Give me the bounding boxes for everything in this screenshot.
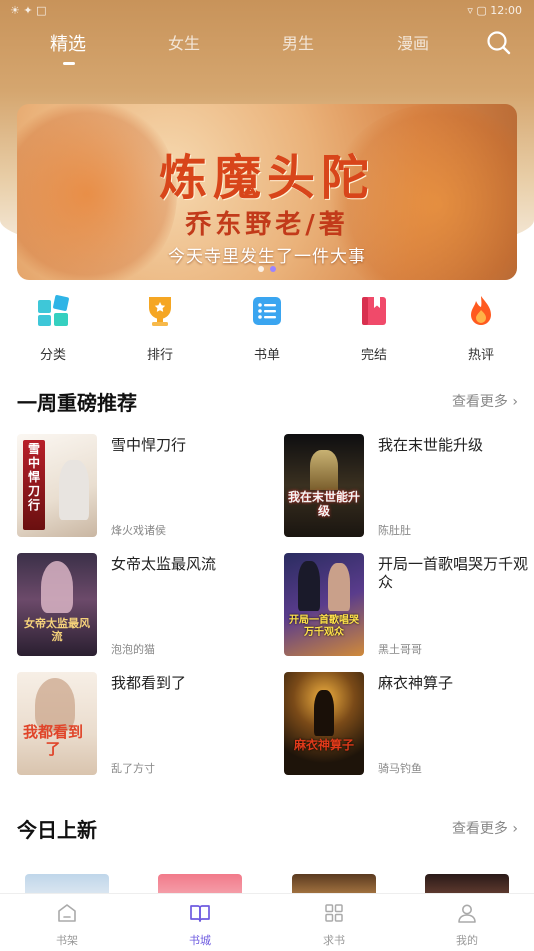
status-left: ☀ ✦ □	[10, 4, 47, 17]
tab-female[interactable]: 女生	[168, 30, 200, 54]
shelf-icon	[58, 904, 76, 922]
book-card[interactable]: 开局一首歌唱哭万千观众 开局一首歌唱哭万千观众 黑土哥哥	[284, 553, 534, 657]
nav-bookstore[interactable]: 书城	[160, 902, 240, 948]
cover-title: 我在末世能升级	[288, 490, 361, 518]
book-card[interactable]: 雪中悍刀行 雪中悍刀行 烽火戏诸侯	[17, 434, 267, 538]
book-title: 开局一首歌唱哭万千观众	[378, 555, 529, 591]
today-more-link[interactable]: 查看更多 ›	[452, 818, 518, 838]
quick-link-label: 完结	[360, 348, 387, 363]
book-card[interactable]: 女帝太监最风流 女帝太监最风流 泡泡的猫	[17, 553, 267, 657]
cover-figure	[328, 563, 350, 611]
quick-link-booklist[interactable]: 书单	[227, 294, 307, 363]
cover-title: 女帝太监最风流	[24, 617, 90, 643]
quick-link-label: 排行	[146, 348, 173, 363]
quick-link-category[interactable]: 分类	[13, 294, 93, 363]
book-card[interactable]: 我都看到了 我都看到了 乱了方寸	[17, 672, 267, 776]
pagination-dot[interactable]	[258, 266, 264, 272]
book-author: 黑土哥哥	[378, 643, 422, 656]
nav-bookshelf[interactable]: 书架	[27, 902, 107, 948]
list-icon	[253, 297, 281, 325]
cover-figure	[59, 460, 89, 520]
quick-link-ranking[interactable]: 排行	[120, 294, 200, 363]
quick-links: 分类 排行 书单 完结 热评	[0, 294, 534, 364]
book-cover: 女帝太监最风流	[17, 553, 97, 656]
search-icon[interactable]	[486, 30, 512, 56]
today-section-title: 今日上新	[17, 818, 97, 842]
book-cover: 我在末世能升级	[284, 434, 364, 537]
trophy-icon	[149, 297, 171, 326]
quick-link-label: 书单	[253, 348, 280, 363]
top-tabs: 精选 女生 男生 漫画	[0, 28, 534, 68]
cover-title: 我都看到了	[22, 723, 83, 758]
banner-title: 炼魔头陀	[158, 150, 375, 206]
nav-label: 书城	[189, 934, 211, 947]
book-icon	[362, 297, 386, 325]
cover-figure	[298, 561, 320, 611]
open-book-icon	[190, 905, 210, 922]
nav-profile[interactable]: 我的	[427, 902, 507, 948]
book-title: 麻衣神算子	[378, 674, 454, 692]
flame-icon	[471, 296, 491, 325]
user-icon	[458, 904, 476, 923]
cover-figure	[314, 690, 334, 736]
promo-banner[interactable]: 炼魔头陀 乔东野老/著 今天寺里发生了一件大事	[17, 104, 517, 280]
active-tab-indicator	[63, 62, 75, 65]
quick-link-completed[interactable]: 完结	[334, 294, 414, 363]
book-cover: 我都看到了	[17, 672, 97, 775]
book-title: 我都看到了	[111, 674, 187, 692]
book-cover: 麻衣神算子	[284, 672, 364, 775]
book-cover: 开局一首歌唱哭万千观众	[284, 553, 364, 656]
book-title: 雪中悍刀行	[111, 436, 187, 454]
banner-tagline: 今天寺里发生了一件大事	[168, 247, 366, 267]
tab-comics[interactable]: 漫画	[397, 30, 429, 54]
banner-author: 乔东野老/著	[185, 210, 349, 240]
book-author: 乱了方寸	[111, 762, 155, 775]
banner-pagination	[258, 266, 276, 272]
cover-title: 麻衣神算子	[293, 738, 354, 752]
cover-figure	[41, 561, 73, 613]
weekly-more-link[interactable]: 查看更多 ›	[452, 391, 518, 411]
nav-label: 书架	[56, 934, 78, 947]
apps-icon	[325, 904, 343, 922]
pagination-dot-active[interactable]	[270, 266, 276, 272]
quick-link-hot-reviews[interactable]: 热评	[441, 294, 521, 363]
quick-link-label: 热评	[467, 348, 494, 363]
book-author: 泡泡的猫	[111, 643, 155, 656]
nav-label: 我的	[456, 934, 478, 947]
grid-icon	[38, 295, 69, 326]
book-title: 我在末世能升级	[378, 436, 484, 454]
bottom-navigation: 书架 书城 求书 我的	[0, 893, 534, 951]
tab-male[interactable]: 男生	[282, 30, 314, 54]
cover-art	[310, 450, 338, 490]
book-card[interactable]: 麻衣神算子 麻衣神算子 骑马钓鱼	[284, 672, 534, 776]
nav-label: 求书	[323, 934, 345, 947]
quick-link-label: 分类	[39, 348, 66, 363]
book-title: 女帝太监最风流	[111, 555, 217, 573]
book-cover: 雪中悍刀行	[17, 434, 97, 537]
book-card[interactable]: 我在末世能升级 我在末世能升级 陈肚肚	[284, 434, 534, 538]
book-author: 烽火戏诸侯	[111, 524, 166, 537]
weekly-section-title: 一周重磅推荐	[17, 391, 137, 415]
status-right: ▿ ▢ 12:00	[467, 4, 522, 17]
nav-request[interactable]: 求书	[294, 902, 374, 948]
tab-featured[interactable]: 精选	[50, 30, 86, 56]
book-author: 骑马钓鱼	[378, 762, 422, 775]
cover-title: 开局一首歌唱哭万千观众	[289, 615, 359, 638]
status-bar: ☀ ✦ □ ▿ ▢ 12:00	[0, 0, 534, 24]
book-author: 陈肚肚	[378, 524, 411, 537]
cover-title: 雪中悍刀行	[27, 442, 40, 512]
